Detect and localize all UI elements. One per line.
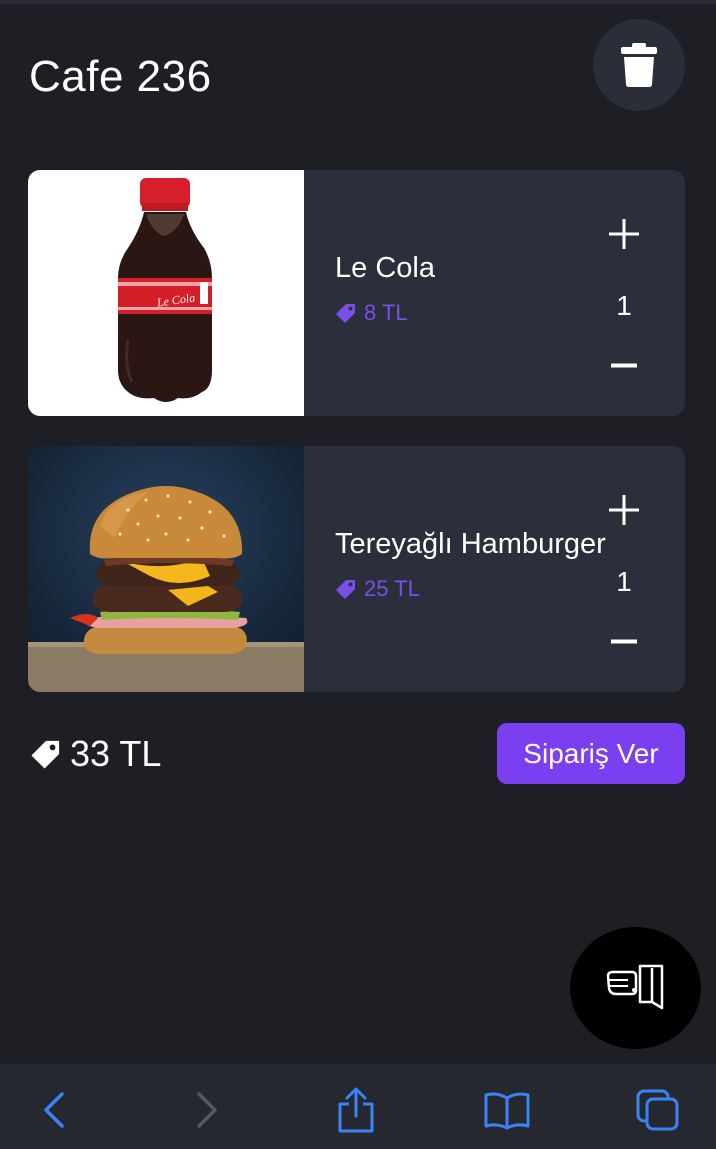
cart-total-value: 33 TL — [70, 733, 162, 774]
decrease-quantity-button[interactable] — [606, 347, 642, 383]
back-button[interactable] — [29, 1086, 77, 1134]
exit-button[interactable] — [570, 927, 701, 1049]
item-name: Le Cola — [335, 252, 435, 284]
item-name: Tereyağlı Hamburger — [335, 528, 606, 560]
cart-item: Tereyağlı Hamburger 25 TL 1 — [28, 446, 685, 692]
price-tag-icon — [31, 740, 60, 769]
price-tag-icon — [336, 580, 355, 599]
cart-item: Le Cola Le Cola 8 TL 1 — [28, 170, 685, 416]
item-price: 25 TL — [335, 576, 420, 602]
browser-toolbar — [0, 1064, 716, 1149]
bookmarks-button[interactable] — [483, 1086, 531, 1134]
forward-button[interactable] — [182, 1086, 230, 1134]
page-title: Cafe 236 — [29, 52, 212, 101]
cola-bottle-image: Le Cola — [28, 170, 304, 416]
app-screen: Cafe 236 Le Cola Le Cola 8 TL 1 Tereyağl… — [0, 0, 716, 1149]
item-price-value: 8 TL — [364, 300, 408, 325]
forward-arrow-icon — [197, 1092, 217, 1128]
tabs-button[interactable] — [634, 1086, 682, 1134]
plus-icon — [609, 219, 639, 249]
minus-icon — [611, 363, 637, 368]
decrease-quantity-button[interactable] — [606, 623, 642, 659]
tabs-icon — [636, 1089, 679, 1131]
item-price-value: 25 TL — [364, 576, 420, 601]
burger-image — [28, 446, 304, 692]
price-tag-icon — [336, 304, 355, 323]
share-icon — [338, 1087, 374, 1133]
increase-quantity-button[interactable] — [606, 492, 642, 528]
cart-total: 33 TL — [30, 733, 161, 775]
trash-icon — [621, 43, 657, 87]
item-quantity: 1 — [616, 566, 632, 597]
clear-cart-button[interactable] — [593, 19, 685, 111]
item-quantity: 1 — [616, 290, 632, 321]
back-arrow-icon — [44, 1092, 64, 1128]
exit-door-icon — [606, 964, 663, 1010]
share-button[interactable] — [332, 1086, 380, 1134]
minus-icon — [611, 639, 637, 644]
top-divider — [0, 0, 716, 4]
bookmarks-icon — [484, 1092, 530, 1130]
place-order-button[interactable]: Sipariş Ver — [497, 723, 685, 784]
item-price: 8 TL — [335, 300, 408, 326]
increase-quantity-button[interactable] — [606, 216, 642, 252]
plus-icon — [609, 495, 639, 525]
